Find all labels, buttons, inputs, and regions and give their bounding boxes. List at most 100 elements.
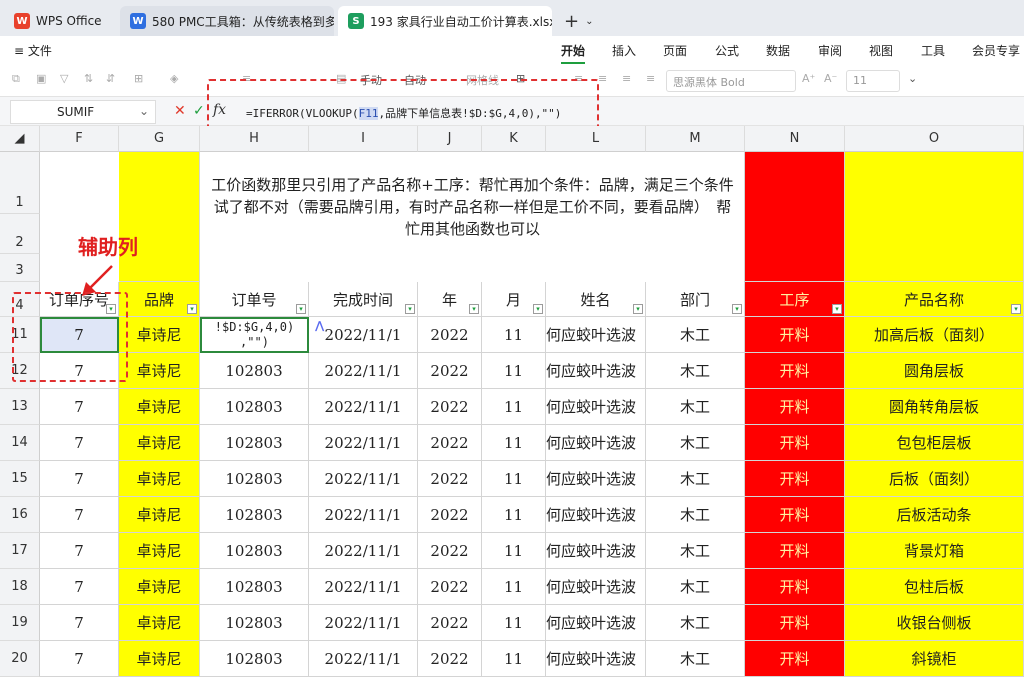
cell-n12[interactable]: 开料 — [745, 353, 845, 389]
row-header-19[interactable]: 19 — [0, 605, 40, 641]
cell-o14[interactable]: 包包柜层板 — [845, 425, 1024, 461]
cell-g17[interactable]: 卓诗尼 — [119, 533, 200, 569]
filter-dropdown-icon[interactable]: ▾ — [469, 304, 479, 314]
cell-g13[interactable]: 卓诗尼 — [119, 389, 200, 425]
row-header-13[interactable]: 13 — [0, 389, 40, 425]
ribbon-tab-member[interactable]: 会员专享 — [972, 42, 1020, 59]
chevron-down-icon[interactable]: ⌄ — [139, 104, 149, 118]
cell-k14[interactable]: 11 — [482, 425, 546, 461]
cell-i19[interactable]: 2022/11/1 — [309, 605, 418, 641]
cell-m12[interactable]: 木工 — [646, 353, 745, 389]
ribbon-tab-data[interactable]: 数据 — [766, 42, 790, 59]
cell-h17[interactable]: 102803 — [200, 533, 309, 569]
cell-j17[interactable]: 2022 — [418, 533, 482, 569]
new-tab-button[interactable]: + ⌄ — [564, 6, 593, 36]
align-right-icon[interactable]: ≡ — [622, 72, 631, 85]
confirm-icon[interactable]: ✓ — [193, 103, 205, 119]
cell-k15[interactable]: 11 — [482, 461, 546, 497]
cell-i16[interactable]: 2022/11/1 — [309, 497, 418, 533]
cell-j13[interactable]: 2022 — [418, 389, 482, 425]
cell-g19[interactable]: 卓诗尼 — [119, 605, 200, 641]
cell-n17[interactable]: 开料 — [745, 533, 845, 569]
sort-asc-icon[interactable]: ⇅ — [84, 72, 93, 85]
row-header-16[interactable]: 16 — [0, 497, 40, 533]
filter-dropdown-icon[interactable]: ▾ — [732, 304, 742, 314]
cell-f16[interactable]: 7 — [40, 497, 119, 533]
row-header-20[interactable]: 20 — [0, 641, 40, 677]
cell-h19[interactable]: 102803 — [200, 605, 309, 641]
cell-l20[interactable]: 何应蛟叶选波 — [546, 641, 646, 677]
cell-h15[interactable]: 102803 — [200, 461, 309, 497]
cell-i11[interactable]: 2022/11/1 — [309, 317, 418, 353]
column-header-h[interactable]: H — [200, 126, 309, 152]
cell-l15[interactable]: 何应蛟叶选波 — [546, 461, 646, 497]
cell-i15[interactable]: 2022/11/1 — [309, 461, 418, 497]
font-name-select[interactable]: 思源黑体 Bold — [666, 70, 796, 92]
row-header-17[interactable]: 17 — [0, 533, 40, 569]
cell-h12[interactable]: 102803 — [200, 353, 309, 389]
cell-k13[interactable]: 11 — [482, 389, 546, 425]
font-size-select[interactable]: 11 — [846, 70, 900, 92]
cell-f20[interactable]: 7 — [40, 641, 119, 677]
cell-n14[interactable]: 开料 — [745, 425, 845, 461]
ribbon-tab-view[interactable]: 视图 — [869, 42, 893, 59]
cell-g20[interactable]: 卓诗尼 — [119, 641, 200, 677]
cell-f13[interactable]: 7 — [40, 389, 119, 425]
cell-k20[interactable]: 11 — [482, 641, 546, 677]
filter-dropdown-icon[interactable]: ▾ — [296, 304, 306, 314]
cell-h20[interactable]: 102803 — [200, 641, 309, 677]
column-header-i[interactable]: I — [309, 126, 418, 152]
tab-spreadsheet[interactable]: S 193 家具行业自动工价计算表.xlsx × — [338, 6, 552, 36]
cell-g18[interactable]: 卓诗尼 — [119, 569, 200, 605]
cell-j12[interactable]: 2022 — [418, 353, 482, 389]
cell-o16[interactable]: 后板活动条 — [845, 497, 1024, 533]
cell-n18[interactable]: 开料 — [745, 569, 845, 605]
cell-h13[interactable]: 102803 — [200, 389, 309, 425]
cell-o13[interactable]: 圆角转角层板 — [845, 389, 1024, 425]
cell-k12[interactable]: 11 — [482, 353, 546, 389]
cell-g12[interactable]: 卓诗尼 — [119, 353, 200, 389]
file-menu[interactable]: ≡ 文件 — [14, 42, 52, 59]
chevron-down-icon[interactable]: ⌄ — [908, 72, 917, 85]
cell-l13[interactable]: 何应蛟叶选波 — [546, 389, 646, 425]
cell-m14[interactable]: 木工 — [646, 425, 745, 461]
cell-m19[interactable]: 木工 — [646, 605, 745, 641]
ribbon-tab-home[interactable]: 开始 — [561, 42, 586, 64]
cell-l11[interactable]: 何应蛟叶选波 — [546, 317, 646, 353]
increase-font-icon[interactable]: A⁺ — [802, 72, 815, 85]
cancel-icon[interactable]: ✕ — [174, 103, 186, 119]
ribbon-tab-page[interactable]: 页面 — [663, 42, 687, 59]
paste-icon[interactable]: ▣ — [36, 72, 46, 85]
ribbon-tab-review[interactable]: 审阅 — [818, 42, 842, 59]
ai-assistant-icon[interactable]: ⋀ — [315, 319, 324, 332]
ribbon-tab-tools[interactable]: 工具 — [921, 42, 945, 59]
column-header-l[interactable]: L — [546, 126, 646, 152]
row-header-18[interactable]: 18 — [0, 569, 40, 605]
cell-m17[interactable]: 木工 — [646, 533, 745, 569]
cell-j15[interactable]: 2022 — [418, 461, 482, 497]
cell-g15[interactable]: 卓诗尼 — [119, 461, 200, 497]
cell-l12[interactable]: 何应蛟叶选波 — [546, 353, 646, 389]
cell-g16[interactable]: 卓诗尼 — [119, 497, 200, 533]
sort-desc-icon[interactable]: ⇵ — [106, 72, 115, 85]
cell-j14[interactable]: 2022 — [418, 425, 482, 461]
row-header-15[interactable]: 15 — [0, 461, 40, 497]
cell-j19[interactable]: 2022 — [418, 605, 482, 641]
column-header-m[interactable]: M — [646, 126, 745, 152]
cell-f19[interactable]: 7 — [40, 605, 119, 641]
cell-o15[interactable]: 后板（面刻） — [845, 461, 1024, 497]
cell-n19[interactable]: 开料 — [745, 605, 845, 641]
row-header-2[interactable]: 2 — [0, 214, 40, 254]
column-header-j[interactable]: J — [418, 126, 482, 152]
ribbon-tab-formula[interactable]: 公式 — [715, 42, 739, 59]
select-all-corner[interactable]: ◢ — [0, 126, 40, 152]
cell-h14[interactable]: 102803 — [200, 425, 309, 461]
cell-o19[interactable]: 收银台侧板 — [845, 605, 1024, 641]
cell-m16[interactable]: 木工 — [646, 497, 745, 533]
filter-dropdown-icon[interactable]: ▾ — [533, 304, 543, 314]
border-icon[interactable]: ⊞ — [134, 72, 143, 85]
cell-l14[interactable]: 何应蛟叶选波 — [546, 425, 646, 461]
cell-n13[interactable]: 开料 — [745, 389, 845, 425]
cell-h18[interactable]: 102803 — [200, 569, 309, 605]
fill-color-icon[interactable]: ◈ — [170, 72, 178, 85]
